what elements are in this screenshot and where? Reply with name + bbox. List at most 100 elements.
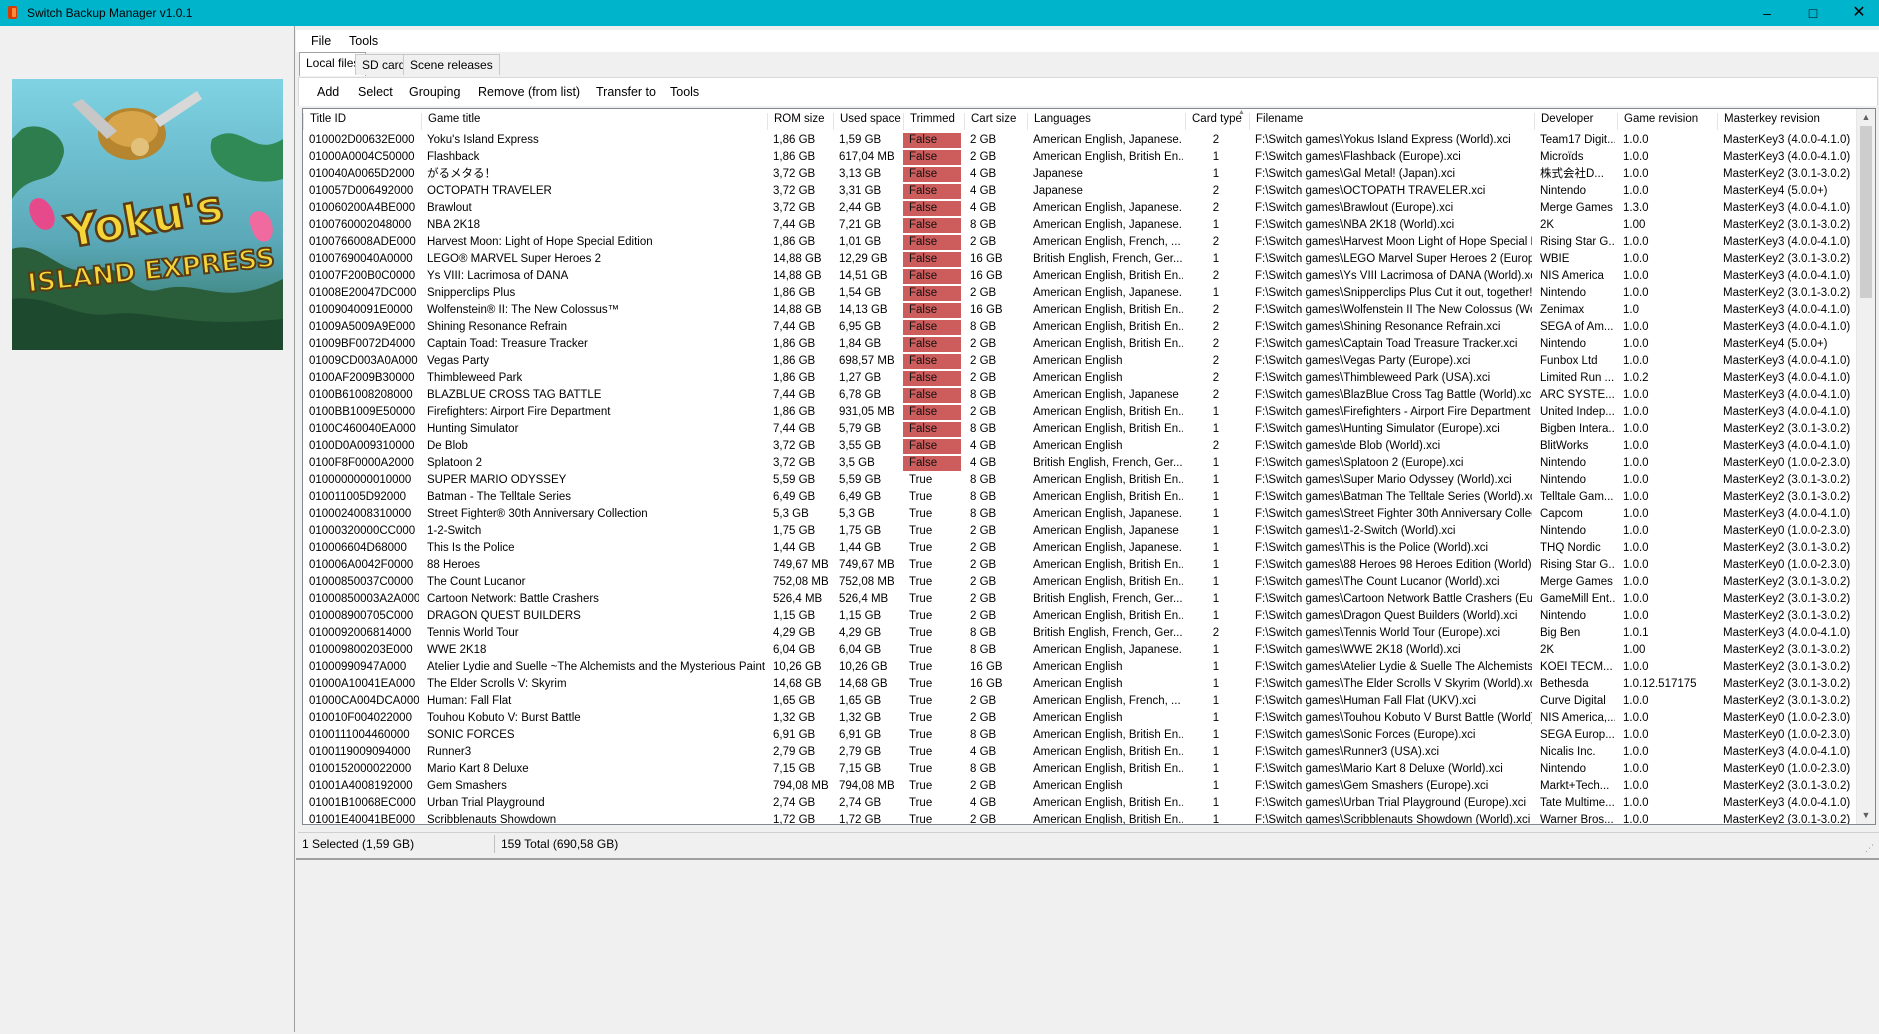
scroll-down-icon[interactable]: ▼: [1857, 807, 1875, 824]
minimize-icon[interactable]: –: [1744, 0, 1790, 26]
col-developer-header[interactable]: Developer: [1534, 113, 1617, 130]
table-row[interactable]: 010011005D92000 Batman - The Telltale Ser…: [303, 488, 1856, 505]
game-title-cell: Snipperclips Plus: [427, 287, 516, 299]
table-row[interactable]: 01001B10068EC000 Urban Trial Playground 2,…: [303, 794, 1856, 811]
table-row[interactable]: 0100024008310000 Street Fighter® 30th Ann…: [303, 505, 1856, 522]
masterkey-cell: MasterKey2 (3.0.1-3.0.2): [1723, 610, 1851, 622]
table-row[interactable]: 01009BF0072D4000 Captain Toad: Treasure T…: [303, 335, 1856, 352]
col-game-title-header[interactable]: Game title: [421, 113, 767, 130]
table-row[interactable]: 0100152000022000 Mario Kart 8 Deluxe 7,15 …: [303, 760, 1856, 777]
table-row[interactable]: 010008900705C000 DRAGON QUEST BUILDERS 1,1…: [303, 607, 1856, 624]
table-row[interactable]: 0100760002048000 NBA 2K18 7,44 GB 7,21 GB Fa…: [303, 216, 1856, 233]
add-button[interactable]: Add: [317, 85, 339, 99]
filename-cell: F:\Switch games\de Blob (World).xci: [1255, 440, 1441, 452]
col-filename-header[interactable]: Filename: [1249, 113, 1534, 130]
game-title-cell: Batman - The Telltale Series: [427, 491, 572, 503]
trimmed-cell: True: [909, 695, 933, 707]
table-row[interactable]: 01000A10041EA000 The Elder Scrolls V: Sky…: [303, 675, 1856, 692]
col-masterkey-revision-header[interactable]: Masterkey revision: [1717, 113, 1856, 130]
table-row[interactable]: 01000850037C0000 The Count Lucanor 752,08 …: [303, 573, 1856, 590]
table-row[interactable]: 010009800203E000 WWE 2K18 6,04 GB 6,04 GB Tr…: [303, 641, 1856, 658]
used-space-cell: 3,13 GB: [839, 168, 882, 180]
transfer-to-button[interactable]: Transfer to: [596, 85, 656, 99]
table-row[interactable]: 0100092006814000 Tennis World Tour 4,29 GB…: [303, 624, 1856, 641]
table-row[interactable]: 0100F8F0000A2000 Splatoon 2 3,72 GB 3,5 GB F…: [303, 454, 1856, 471]
game-title-cell: NBA 2K18: [427, 219, 481, 231]
table-row[interactable]: 01007F200B0C0000 Ys VIII: Lacrimosa of DA…: [303, 267, 1856, 284]
col-rom-size-header[interactable]: ROM size: [767, 113, 833, 130]
menu-tools[interactable]: Tools: [349, 34, 378, 48]
used-space-cell: 2,74 GB: [839, 797, 882, 809]
remove-from-list-button[interactable]: Remove (from list): [478, 85, 580, 99]
table-row[interactable]: 0100000000010000 SUPER MARIO ODYSSEY 5,59 …: [303, 471, 1856, 488]
languages-cell: American English, Japanese...: [1033, 287, 1183, 299]
table-row[interactable]: 010006604D68000 This Is the Police 1,44 GB…: [303, 539, 1856, 556]
table-row[interactable]: 0100B61008208000 BLAZBLUE CROSS TAG BATTL…: [303, 386, 1856, 403]
col-title-id-header[interactable]: Title ID: [303, 113, 421, 130]
card-type-cell: 2: [1212, 389, 1220, 401]
tools-button[interactable]: Tools: [670, 85, 699, 99]
table-row[interactable]: 010002D00632E000 Yoku's Island Express 1,8…: [303, 131, 1856, 148]
filename-cell: F:\Switch games\Mario Kart 8 Deluxe (Wor…: [1255, 763, 1503, 775]
table-row[interactable]: 0100111004460000 SONIC FORCES 6,91 GB 6,91 …: [303, 726, 1856, 743]
col-trimmed-header[interactable]: Trimmed: [903, 113, 964, 130]
window-title: Switch Backup Manager v1.0.1: [27, 6, 193, 20]
masterkey-cell: MasterKey3 (4.0.0-4.1.0): [1723, 355, 1851, 367]
table-row[interactable]: 010040A0065D2000 がるメタる！ 3,72 GB 3,13 GB Fals…: [303, 165, 1856, 182]
developer-cell: Nintendo: [1540, 610, 1587, 622]
game-title-cell: Vegas Party: [427, 355, 490, 367]
close-icon[interactable]: ✕: [1836, 0, 1879, 26]
filename-cell: F:\Switch games\Brawlout (Europe).xci: [1255, 202, 1454, 214]
table-row[interactable]: 01001A4008192000 Gem Smashers 794,08 MB 794…: [303, 777, 1856, 794]
col-used-space-header[interactable]: Used space: [833, 113, 903, 130]
table-row[interactable]: 01000CA004DCA000 Human: Fall Flat 1,65 GB 1…: [303, 692, 1856, 709]
masterkey-cell: MasterKey0 (1.0.0-2.3.0): [1723, 763, 1851, 775]
table-row[interactable]: 01008E20047DC000 Snipperclips Plus 1,86 GB…: [303, 284, 1856, 301]
table-row[interactable]: 01009040091E0000 Wolfenstein® II: The New…: [303, 301, 1856, 318]
table-row[interactable]: 0100C460040EA000 Hunting Simulator 7,44 GB…: [303, 420, 1856, 437]
table-row[interactable]: 01007690040A0000 LEGO® MARVEL Super Heroe…: [303, 250, 1856, 267]
masterkey-cell: MasterKey2 (3.0.1-3.0.2): [1723, 644, 1851, 656]
col-languages-header[interactable]: Languages: [1027, 113, 1185, 130]
col-game-revision-header[interactable]: Game revision: [1617, 113, 1717, 130]
table-row[interactable]: 01000990947A000 Atelier Lydie and Suelle …: [303, 658, 1856, 675]
languages-cell: American English: [1033, 678, 1123, 690]
cart-size-cell: 8 GB: [970, 644, 997, 656]
table-row[interactable]: 01001E40041BE000 Scribblenauts Showdown 1,…: [303, 811, 1856, 824]
used-space-cell: 14,68 GB: [839, 678, 888, 690]
scroll-up-icon[interactable]: ▲: [1857, 109, 1875, 126]
table-row[interactable]: 0100D0A009310000 De Blob 3,72 GB 3,55 GB Fal…: [303, 437, 1856, 454]
table-row[interactable]: 010006A0042F0000 88 Heroes 749,67 MB 749,67…: [303, 556, 1856, 573]
vertical-scrollbar[interactable]: ▲ ▼: [1856, 109, 1875, 824]
used-space-cell: 1,27 GB: [839, 372, 882, 384]
table-row[interactable]: 0100AF2009B30000 Thimbleweed Park 1,86 GB 1…: [303, 369, 1856, 386]
menu-file[interactable]: File: [311, 34, 331, 48]
table-row[interactable]: 010057D006492000 OCTOPATH TRAVELER 3,72 GB…: [303, 182, 1856, 199]
resize-grip-icon[interactable]: ⋰: [1865, 843, 1875, 853]
grouping-button[interactable]: Grouping: [409, 85, 460, 99]
table-row[interactable]: 01000850003A2A000 Cartoon Network: Battle…: [303, 590, 1856, 607]
title-id-cell: 01007690040A0000: [309, 253, 413, 265]
table-row[interactable]: 01000A0004C50000 Flashback 1,86 GB 617,04 M…: [303, 148, 1856, 165]
table-row[interactable]: 01009A5009A9E000 Shining Resonance Refrai…: [303, 318, 1856, 335]
games-table[interactable]: Title ID Game title ROM size Used space Trim…: [302, 108, 1876, 825]
select-button[interactable]: Select: [358, 85, 393, 99]
tab-scene-releases[interactable]: Scene releases: [403, 54, 500, 75]
masterkey-cell: MasterKey3 (4.0.0-4.1.0): [1723, 406, 1851, 418]
col-cart-size-header[interactable]: Cart size: [964, 113, 1027, 130]
table-row[interactable]: 010010F004022000 Touhou Kobuto V: Burst B…: [303, 709, 1856, 726]
languages-cell: American English, British En...: [1033, 321, 1183, 333]
table-row[interactable]: 010060200A4BE000 Brawlout 3,72 GB 2,44 GB Fa…: [303, 199, 1856, 216]
table-row[interactable]: 01000320000CC000 1-2-Switch 1,75 GB 1,75 GB…: [303, 522, 1856, 539]
title-id-cell: 01000850003A2A000: [309, 593, 419, 605]
game-title-cell: Street Fighter® 30th Anniversary Collect…: [427, 508, 648, 520]
table-row[interactable]: 0100BB1009E50000 Firefighters: Airport Fi…: [303, 403, 1856, 420]
developer-cell: Nintendo: [1540, 457, 1587, 469]
game-revision-cell: 1.0.0: [1623, 729, 1649, 741]
table-row[interactable]: 0100119009094000 Runner3 2,79 GB 2,79 GB Tru…: [303, 743, 1856, 760]
scroll-thumb[interactable]: [1860, 126, 1872, 298]
table-row[interactable]: 0100766008ADE000 Harvest Moon: Light of H…: [303, 233, 1856, 250]
table-row[interactable]: 01009CD003A0A000 Vegas Party 1,86 GB 698,57…: [303, 352, 1856, 369]
rom-size-cell: 752,08 MB: [773, 576, 829, 588]
maximize-icon[interactable]: □: [1790, 0, 1836, 26]
